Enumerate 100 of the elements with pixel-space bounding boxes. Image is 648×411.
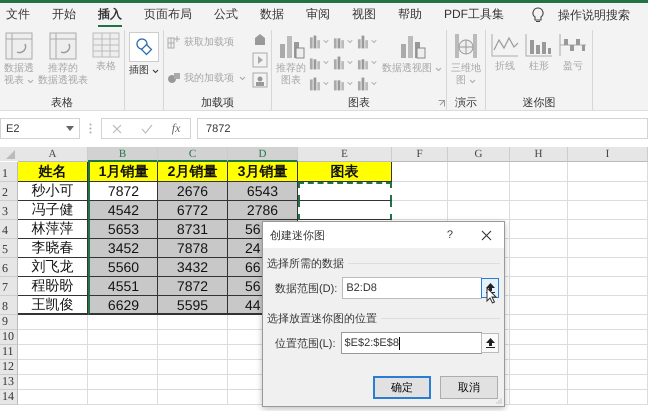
row-header[interactable]: 4 bbox=[0, 220, 18, 239]
launcher-icon[interactable] bbox=[438, 100, 445, 107]
empty-cell bbox=[448, 162, 510, 182]
empty-cell bbox=[88, 315, 158, 330]
header-cell: 1月销量 bbox=[88, 162, 158, 182]
empty-cell bbox=[88, 390, 158, 405]
chart-type-icon[interactable] bbox=[333, 55, 355, 71]
range-field[interactable]: B2:D8 bbox=[342, 277, 482, 299]
mouse-pointer-icon bbox=[486, 287, 497, 304]
add-grid-icon bbox=[167, 35, 181, 49]
table-cell: 7872 bbox=[158, 277, 228, 296]
group-label: 表格 bbox=[51, 96, 73, 110]
table-cell: 6629 bbox=[88, 296, 158, 315]
name-box[interactable]: E2 bbox=[0, 118, 80, 139]
column-header[interactable]: E bbox=[298, 147, 392, 162]
header-cell: 3月销量 bbox=[228, 162, 298, 182]
table-cell: 3452 bbox=[88, 239, 158, 258]
chart-type-icon[interactable] bbox=[309, 76, 331, 92]
table-cell: 5653 bbox=[88, 220, 158, 239]
column-header[interactable]: C bbox=[158, 147, 228, 162]
row-header[interactable]: 5 bbox=[0, 239, 18, 258]
column-header[interactable]: F bbox=[392, 147, 448, 162]
empty-cell bbox=[510, 162, 568, 182]
row-header[interactable]: 2 bbox=[0, 182, 18, 201]
menu-tab[interactable]: 视图 bbox=[352, 4, 376, 26]
row-header[interactable]: 11 bbox=[0, 345, 18, 360]
menu-tab[interactable]: 文件 bbox=[6, 4, 30, 26]
row-header[interactable]: 13 bbox=[0, 375, 18, 390]
group-label: 迷你图 bbox=[522, 96, 556, 110]
dialog-button[interactable]: 确定 bbox=[373, 376, 431, 399]
menu-tab[interactable]: 审阅 bbox=[306, 4, 330, 26]
upload-arrow-icon bbox=[486, 338, 494, 348]
row-header[interactable]: 7 bbox=[0, 277, 18, 296]
row-header[interactable]: 9 bbox=[0, 315, 18, 330]
table-cell: 7872 bbox=[88, 182, 158, 201]
help-button[interactable]: ? bbox=[446, 229, 453, 241]
column-header[interactable]: B bbox=[88, 147, 158, 162]
table-cell: 2786 bbox=[228, 201, 298, 220]
empty-cell bbox=[392, 201, 448, 220]
menu-tab[interactable]: PDF工具集 bbox=[444, 4, 504, 26]
close-icon[interactable] bbox=[481, 230, 492, 240]
header-cell: 2月销量 bbox=[158, 162, 228, 182]
tell-me-search[interactable]: 操作说明搜索 bbox=[558, 6, 630, 24]
table-cell: 7878 bbox=[158, 239, 228, 258]
pivot-table-icon bbox=[5, 32, 33, 60]
table-cell: 6772 bbox=[158, 201, 228, 220]
lightbulb-icon bbox=[532, 7, 544, 23]
empty-cell bbox=[392, 182, 448, 201]
row-header[interactable]: 3 bbox=[0, 201, 18, 220]
menu-tab[interactable]: 帮助 bbox=[398, 4, 422, 26]
menu-tab[interactable]: 公式 bbox=[214, 4, 238, 26]
row-header[interactable]: 14 bbox=[0, 390, 18, 405]
menu-tab[interactable]: 数据 bbox=[260, 4, 284, 26]
menu-tab[interactable]: 开始 bbox=[52, 4, 76, 26]
column-header[interactable]: G bbox=[448, 147, 510, 162]
chart-type-icon[interactable] bbox=[357, 34, 379, 50]
column-header[interactable]: A bbox=[18, 147, 88, 162]
table-cell: 2676 bbox=[158, 182, 228, 201]
ribbon-button[interactable]: 插图 bbox=[128, 30, 160, 79]
resize-grip-icon[interactable] bbox=[496, 398, 502, 404]
row-header[interactable]: 6 bbox=[0, 258, 18, 277]
table-cell: 4551 bbox=[88, 277, 158, 296]
globe-icon bbox=[452, 32, 480, 60]
select-all-corner[interactable] bbox=[0, 147, 18, 161]
table-cell: 3432 bbox=[158, 258, 228, 277]
column-header[interactable]: D bbox=[228, 147, 298, 162]
table-icon bbox=[92, 32, 120, 58]
chart-type-icon[interactable] bbox=[309, 34, 331, 50]
dialog-button[interactable]: 取消 bbox=[440, 376, 498, 399]
empty-cell bbox=[88, 375, 158, 390]
empty-cell bbox=[510, 182, 568, 201]
cancel-icon[interactable] bbox=[112, 124, 122, 134]
people-icon[interactable] bbox=[252, 72, 268, 88]
collapse-button[interactable] bbox=[481, 333, 499, 353]
check-icon[interactable] bbox=[140, 124, 153, 134]
line-chart-icon bbox=[490, 32, 520, 58]
table-cell: 4542 bbox=[88, 201, 158, 220]
row-header[interactable]: 10 bbox=[0, 330, 18, 345]
header-cell: 姓名 bbox=[18, 162, 88, 182]
header-cell: 图表 bbox=[298, 162, 392, 182]
menu-tab[interactable]: 页面布局 bbox=[144, 4, 192, 26]
play-icon[interactable] bbox=[252, 52, 268, 68]
group-label: 图表 bbox=[348, 96, 370, 110]
column-chart-icon bbox=[524, 32, 554, 58]
puzzle-icon bbox=[167, 71, 181, 85]
empty-cell bbox=[448, 182, 510, 201]
range-field[interactable]: $E$2:$E$8 bbox=[340, 332, 482, 354]
table-cell: 6543 bbox=[228, 182, 298, 201]
chart-type-icon[interactable] bbox=[357, 76, 379, 92]
insert-function-button[interactable]: fx bbox=[172, 121, 180, 136]
formula-field[interactable]: 7872 bbox=[197, 118, 648, 139]
store-icon[interactable] bbox=[252, 32, 268, 48]
win-loss-icon bbox=[558, 32, 588, 58]
column-header[interactable]: H bbox=[510, 147, 568, 162]
row-header[interactable]: 1 bbox=[0, 162, 18, 182]
row-header[interactable]: 8 bbox=[0, 296, 18, 315]
row-header[interactable]: 12 bbox=[0, 360, 18, 375]
column-header[interactable]: I bbox=[568, 147, 648, 162]
empty-cell bbox=[510, 201, 568, 220]
group-label: 加载项 bbox=[201, 96, 234, 110]
